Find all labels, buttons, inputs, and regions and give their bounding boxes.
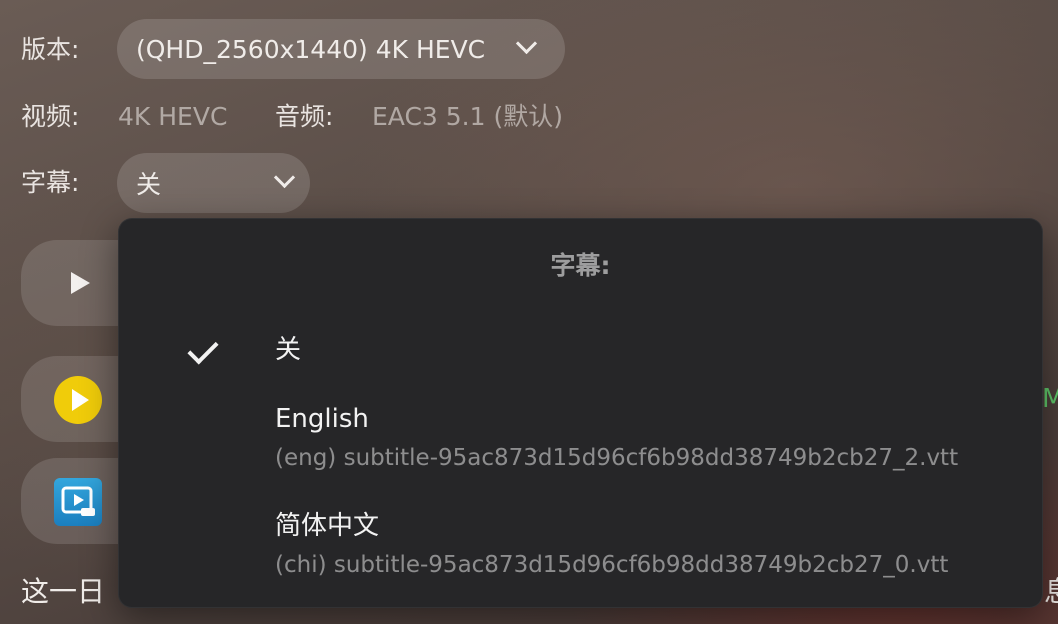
chevron-down-icon [515,32,538,55]
subtitle-option-file: (chi) subtitle-95ac873d15d96cf6b98dd3874… [275,552,949,578]
yellow-play-icon [54,376,102,424]
subtitle-option-file: (eng) subtitle-95ac873d15d96cf6b98dd3874… [275,445,959,471]
subtitle-menu-title: 字幕: [550,251,611,280]
audio-label: 音频: [275,102,334,131]
subtitle-select[interactable]: 关 [117,153,310,213]
version-select[interactable]: (QHD_2560x1440) 4K HEVC [117,19,565,79]
play-icon [71,272,90,294]
app-icon [54,478,102,526]
subtitle-option-label: English [275,404,369,434]
audio-value: EAC3 5.1 (默认) [372,102,563,131]
subtitle-label: 字幕: [21,168,80,197]
checkmark-icon [187,333,219,365]
subtitle-select-value: 关 [136,170,162,199]
description-text-left: 这一日 [21,575,106,608]
subtitle-option-label: 简体中文 [275,511,380,541]
subtitle-menu: 字幕: 关 English (eng) subtitle-95ac873d15d… [118,218,1043,608]
video-value: 4K HEVC [118,102,228,131]
green-text-fragment: M [1042,384,1058,414]
subtitle-option-label: 关 [275,335,302,365]
version-select-value: (QHD_2560x1440) 4K HEVC [136,34,486,64]
chevron-down-icon [273,166,296,189]
media-detail-screen: 版本: (QHD_2560x1440) 4K HEVC 视频: 4K HEVC … [0,0,1058,624]
version-label: 版本: [21,35,80,64]
description-text-right: 息 [1044,578,1058,606]
video-label: 视频: [21,102,80,131]
